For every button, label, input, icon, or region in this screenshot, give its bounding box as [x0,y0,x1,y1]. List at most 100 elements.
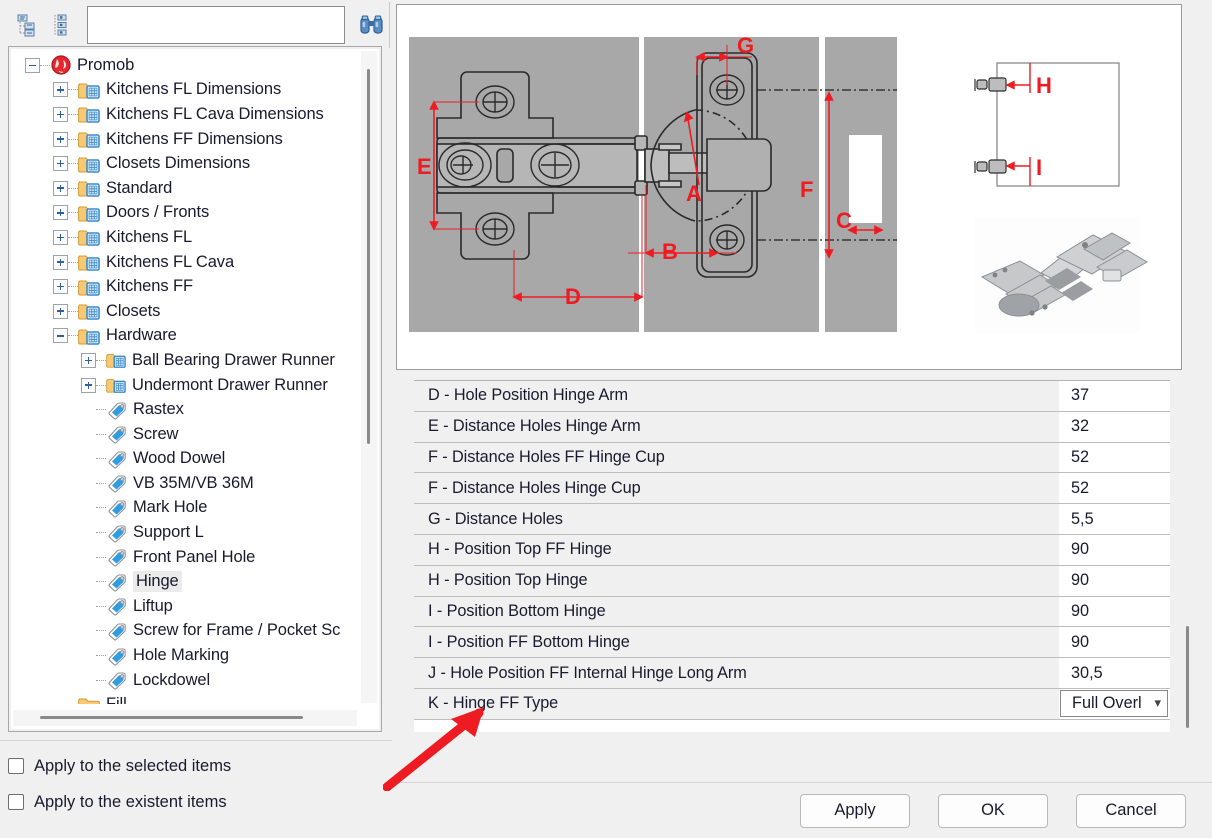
property-value-cell[interactable]: 32 [1059,411,1170,442]
property-value-cell[interactable]: 52 [1059,442,1170,473]
property-row-f-distance-holes-hinge-cup[interactable]: F - Distance Holes Hinge Cup 52 [414,473,1170,505]
property-row-j-hole-position-ff-internal-hinge-long-arm[interactable]: J - Hole Position FF Internal Hinge Long… [414,658,1170,689]
property-grid-scrollbar[interactable] [1180,380,1196,732]
tree-node-support-l[interactable]: Support L [11,520,358,545]
cancel-button[interactable]: Cancel [1076,793,1186,828]
expand-toggle[interactable] [53,229,68,245]
chevron-down-icon[interactable]: ▾ [1154,695,1161,711]
tree-connector [96,482,106,484]
tree-node-standard[interactable]: Standard [11,176,358,201]
dimension-label-F: F [800,177,813,202]
property-value-cell[interactable]: 37 [1059,381,1170,411]
binoculars-icon[interactable] [355,8,389,42]
expand-tree-icon[interactable] [12,10,42,40]
tree-node-doors-fronts[interactable]: Doors / Fronts [11,201,358,226]
ok-button[interactable]: OK [938,793,1048,828]
search-input[interactable] [88,7,345,43]
property-row-e-distance-holes-hinge-arm[interactable]: E - Distance Holes Hinge Arm 32 [414,411,1170,443]
property-label: J - Hole Position FF Internal Hinge Long… [414,658,1059,688]
property-value-cell[interactable]: 90 [1059,627,1170,658]
hinge-ff-type-select[interactable]: Full Overl ▾ [1060,689,1168,717]
apply-to-existent-checkbox[interactable] [8,794,24,810]
tree-node-screw-for-frame-pocket-sc[interactable]: Screw for Frame / Pocket Sc [11,619,358,644]
tree-connector [68,212,78,214]
property-row-f-distance-holes-ff-hinge-cup[interactable]: F - Distance Holes FF Hinge Cup 52 [414,442,1170,474]
property-row-h-position-top-hinge[interactable]: H - Position Top Hinge 90 [414,565,1170,597]
tree-node-hardware[interactable]: Hardware [11,324,358,349]
expand-toggle[interactable] [53,180,68,196]
tree-node-liftup[interactable]: Liftup [11,594,358,619]
property-grid-scroll-thumb[interactable] [1186,626,1189,728]
tree-node-ball-bearing-drawer-runner[interactable]: Ball Bearing Drawer Runner [11,348,358,373]
property-row-i-position-ff-bottom-hinge[interactable]: I - Position FF Bottom Hinge 90 [414,627,1170,659]
property-value-cell[interactable]: 90 [1059,565,1170,596]
collapse-toggle-root[interactable] [25,57,40,73]
tree-connector [96,556,106,558]
property-row-h-position-top-ff-hinge[interactable]: H - Position Top FF Hinge 90 [414,534,1170,566]
property-grid[interactable]: D - Hole Position Hinge Arm 37 E - Dista… [414,380,1170,732]
tree-view[interactable]: Promob Kitchens FL Dimensions Kitchens F… [11,49,379,729]
expand-toggle[interactable] [53,106,68,122]
tree-horizontal-scrollbar[interactable] [13,710,357,726]
expand-toggle[interactable] [53,156,68,172]
collapse-toggle[interactable] [53,328,68,344]
tree-node-fill[interactable]: Fill [11,692,358,704]
expand-toggle[interactable] [53,254,68,270]
tree-connector [68,335,78,337]
property-value-cell[interactable]: 5,5 [1059,504,1170,534]
tree-node-root[interactable]: Promob [11,53,358,78]
tree-node-kitchens-fl-cava-dimensions[interactable]: Kitchens FL Cava Dimensions [11,102,358,127]
property-label: I - Position FF Bottom Hinge [414,627,1059,658]
tree-node-mark-hole[interactable]: Mark Hole [11,496,358,521]
tree-node-screw[interactable]: Screw [11,422,358,447]
tree-vertical-scrollbar[interactable] [361,51,377,703]
apply-to-selected-row[interactable]: Apply to the selected items [8,748,388,784]
apply-to-selected-checkbox[interactable] [8,758,24,774]
property-value-cell[interactable]: 52 [1059,473,1170,504]
expand-toggle[interactable] [53,82,68,98]
property-row-d-hole-position-hinge-arm[interactable]: D - Hole Position Hinge Arm 37 [414,381,1170,412]
tree-node-label: Hinge [133,571,182,593]
tree-node-kitchens-fl[interactable]: Kitchens FL [11,225,358,250]
property-label: F - Distance Holes Hinge Cup [414,473,1059,504]
expand-toggle[interactable] [53,205,68,221]
property-row-k-hinge-ff-type[interactable]: K - Hinge FF Type Full Overl ▾ [414,688,1170,720]
tree-node-vb-35m-vb-36m[interactable]: VB 35M/VB 36M [11,471,358,496]
tree-node-label: Doors / Fronts [106,203,210,222]
tree-vscroll-thumb[interactable] [367,69,370,444]
apply-to-existent-row[interactable]: Apply to the existent items [8,784,388,820]
tree-node-hinge[interactable]: Hinge [11,569,358,594]
expand-toggle[interactable] [53,131,68,147]
tree-node-hole-marking[interactable]: Hole Marking [11,643,358,668]
tree-hscroll-thumb[interactable] [40,716,303,719]
search-field-wrapper[interactable] [87,6,346,44]
expand-toggle[interactable] [53,279,68,295]
expand-toggle[interactable] [81,352,96,368]
tree-node-closets[interactable]: Closets [11,299,358,324]
tag-icon [106,670,128,690]
hinge-diagram-svg: E D A B G F C H I [409,33,1148,333]
property-row-g-distance-holes[interactable]: G - Distance Holes 5,5 [414,504,1170,535]
apply-button[interactable]: Apply [800,793,910,828]
tree-node-undermont-drawer-runner[interactable]: Undermont Drawer Runner [11,373,358,398]
hardware-properties-dialog: Promob Kitchens FL Dimensions Kitchens F… [0,0,1212,838]
tree-node-label: Rastex [133,400,184,419]
tree-node-kitchens-ff-dimensions[interactable]: Kitchens FF Dimensions [11,127,358,152]
property-value-cell[interactable]: 90 [1059,534,1170,565]
property-row-i-position-bottom-hinge[interactable]: I - Position Bottom Hinge 90 [414,596,1170,628]
tree-node-front-panel-hole[interactable]: Front Panel Hole [11,545,358,570]
tag-icon [106,547,128,567]
tree-node-kitchens-fl-dimensions[interactable]: Kitchens FL Dimensions [11,78,358,103]
property-value-cell[interactable]: 30,5 [1059,658,1170,688]
tree-node-lockdowel[interactable]: Lockdowel [11,668,358,693]
tree-node-closets-dimensions[interactable]: Closets Dimensions [11,151,358,176]
list-tree-icon[interactable] [48,10,78,40]
tree-connector [96,630,106,632]
expand-toggle[interactable] [81,377,96,393]
property-value-cell[interactable]: 90 [1059,596,1170,627]
tree-node-wood-dowel[interactable]: Wood Dowel [11,447,358,472]
tree-node-kitchens-fl-cava[interactable]: Kitchens FL Cava [11,250,358,275]
expand-toggle[interactable] [53,303,68,319]
tree-node-kitchens-ff[interactable]: Kitchens FF [11,274,358,299]
tree-node-rastex[interactable]: Rastex [11,397,358,422]
